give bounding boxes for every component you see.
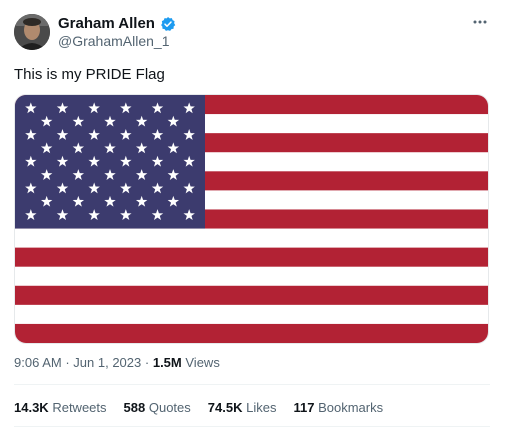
tweet-time[interactable]: 9:06 AM [14,355,62,370]
retweets-stat[interactable]: 14.3K Retweets [14,400,107,415]
views-label: Views [185,355,220,370]
divider [14,384,490,385]
us-flag-svg [15,95,488,343]
tweet-text: This is my PRIDE Flag [14,66,165,83]
views-count: 1.5M [152,355,182,370]
scrollbar[interactable] [504,0,512,428]
tweet-card: Graham Allen @GrahamAllen_1 This is my P… [0,0,504,428]
author-name-row[interactable]: Graham Allen [58,15,176,32]
bookmarks-count: 117 [293,400,315,415]
likes-label: Likes [246,400,277,415]
quotes-count: 588 [123,400,146,415]
more-options-icon[interactable] [470,12,490,32]
bookmarks-label: Bookmarks [318,400,384,415]
flag-canton [15,95,205,229]
author-display-name[interactable]: Graham Allen [58,15,155,32]
likes-count: 74.5K [207,400,243,415]
flag-stripe [15,228,488,249]
quotes-stat[interactable]: 588 Quotes [124,400,191,415]
avatar[interactable] [14,14,50,50]
quotes-label: Quotes [148,400,191,415]
us-flag-image[interactable] [14,94,489,344]
author-handle[interactable]: @GrahamAllen_1 [58,33,170,49]
flag-stripe [15,304,488,325]
verified-badge-icon [160,16,176,32]
retweets-count: 14.3K [14,400,49,415]
bookmarks-stat[interactable]: 117 Bookmarks [293,400,383,415]
retweets-label: Retweets [52,400,107,415]
flag-stripe [15,285,488,306]
flag-stripe [15,247,488,268]
meta-separator: · [144,355,150,370]
flag-stripe [15,266,488,287]
tweet-date[interactable]: Jun 1, 2023 [73,355,141,370]
meta-separator: · [65,355,70,370]
likes-stat[interactable]: 74.5K Likes [208,400,277,415]
flag-stripe [15,323,488,343]
engagement-stats: 14.3K Retweets 588 Quotes 74.5K Likes 11… [14,400,400,415]
divider [14,426,490,427]
tweet-meta: 9:06 AM · Jun 1, 2023 · 1.5M Views [14,355,220,370]
